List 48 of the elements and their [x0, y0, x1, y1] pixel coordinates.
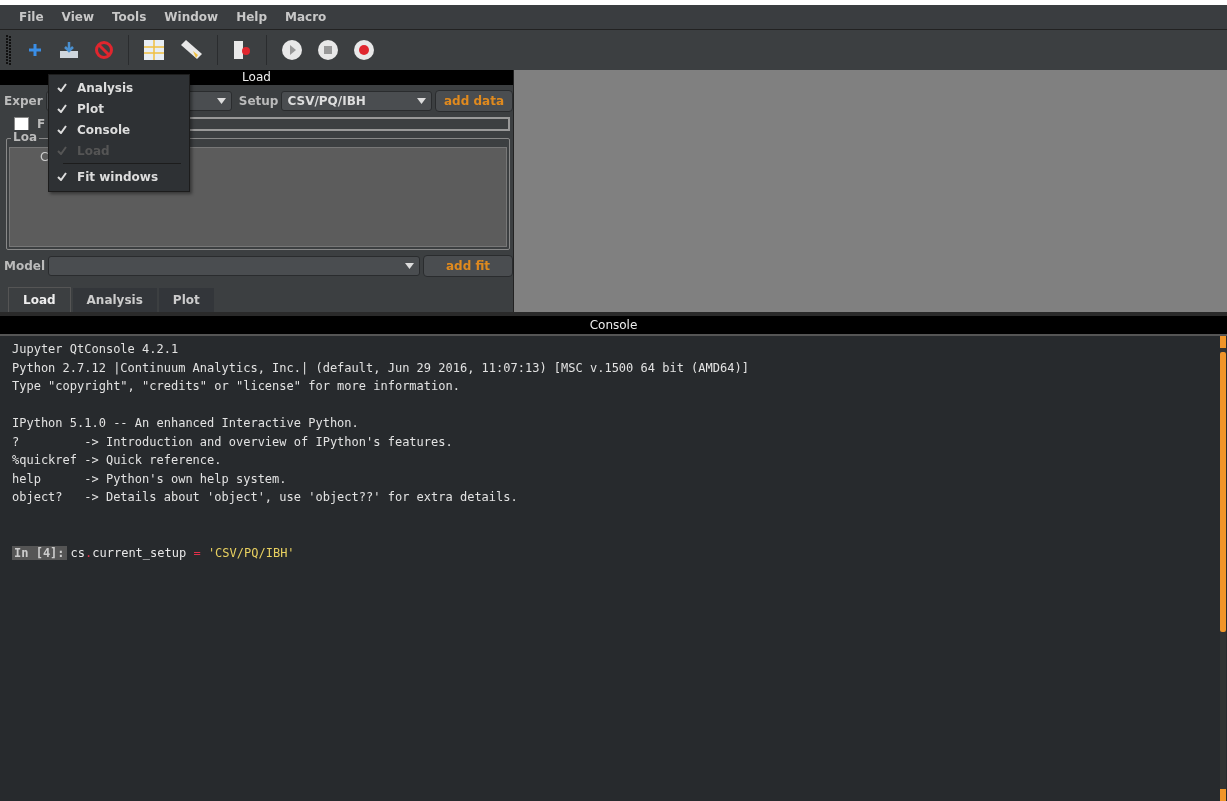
console-line: object? -> Details about 'object', use 'object??' for extra details.	[12, 490, 518, 504]
check-icon	[57, 172, 67, 181]
toolbar-grip-icon	[6, 35, 12, 65]
menu-item[interactable]: View	[52, 10, 103, 24]
experiment-label: Exper	[3, 94, 43, 108]
checkbox-label: F	[37, 117, 46, 131]
input-prompt: In [4]:	[12, 545, 67, 560]
ruler-icon[interactable]	[179, 39, 203, 61]
menu-option[interactable]: Console	[49, 119, 189, 140]
console-title: Console	[589, 318, 638, 332]
menu-item[interactable]: Window	[155, 10, 228, 24]
check-icon	[57, 146, 67, 155]
check-icon	[57, 104, 67, 113]
menu-option[interactable]: Plot	[49, 98, 189, 119]
console-line: %quickref -> Quick reference.	[12, 453, 222, 467]
tab[interactable]: Analysis	[72, 288, 157, 312]
list-item[interactable]: C	[40, 150, 49, 164]
menu-option[interactable]: Fit windows	[49, 166, 189, 187]
caret-icon	[405, 263, 414, 269]
tray-arrow-icon[interactable]	[58, 41, 80, 59]
menu-item[interactable]: Tools	[103, 10, 156, 24]
exit-door-icon[interactable]	[232, 39, 252, 61]
tab[interactable]: Plot	[158, 288, 214, 312]
setup-label: Setup	[237, 94, 279, 108]
check-icon	[57, 125, 67, 134]
menu-item[interactable]: File	[10, 10, 53, 24]
menu-item[interactable]: Macro	[276, 10, 336, 24]
menu-item[interactable]: Help	[227, 10, 277, 24]
plus-icon[interactable]	[26, 41, 44, 59]
setup-dropdown[interactable]: CSV/PQ/IBH	[281, 91, 432, 111]
group-title: Loa	[11, 130, 39, 144]
caret-icon	[417, 98, 426, 104]
console-line: Jupyter QtConsole 4.2.1	[12, 342, 179, 356]
check-icon	[57, 83, 67, 92]
console-line: IPython 5.1.0 -- An enhanced Interactive Python.	[12, 416, 359, 430]
caret-icon	[216, 98, 226, 104]
record-icon[interactable]	[353, 39, 375, 61]
code-line: cs.current_setup = 'CSV/PQ/IBH'	[70, 545, 295, 560]
tab[interactable]: Load	[8, 287, 71, 312]
scrollbar[interactable]	[1220, 336, 1226, 801]
console-line: help -> Python's own help system.	[12, 471, 287, 486]
model-label: Model	[3, 259, 46, 273]
console-line: Type "copyright", "credits" or "license" for more information.	[12, 379, 460, 393]
console-line: Python 2.7.12 |Continuum Analytics, Inc.| (default, Jun 29 2016, 11:07:13) [MSC v.1500 64 bit (AMD64)]	[12, 360, 749, 375]
stop-icon[interactable]	[317, 39, 339, 61]
table-icon[interactable]	[143, 39, 165, 61]
console-line: ? -> Introduction and overview of IPython's features.	[12, 434, 453, 449]
play-icon[interactable]	[281, 39, 303, 61]
